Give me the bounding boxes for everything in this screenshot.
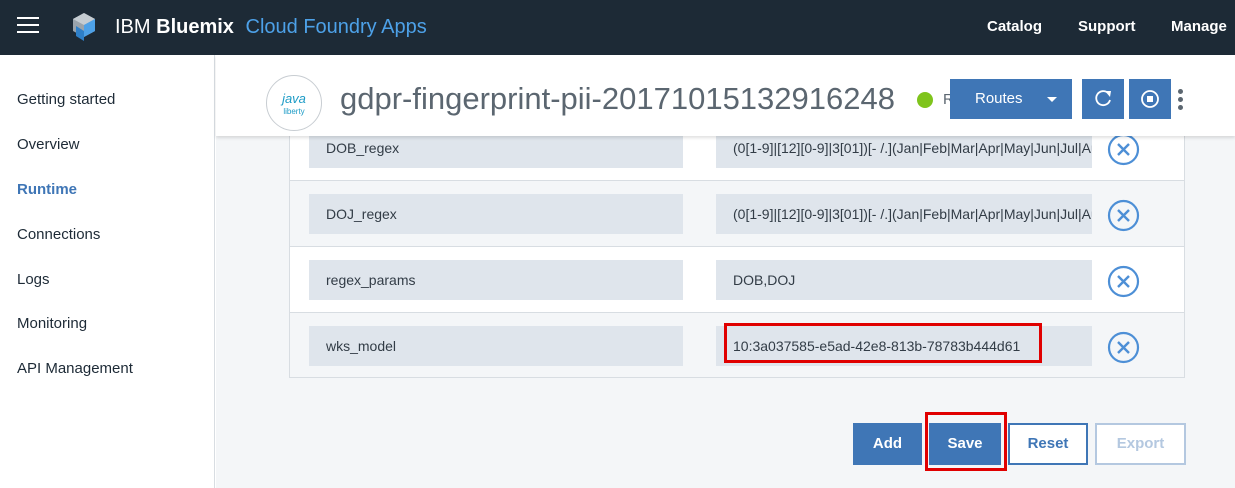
remove-row-icon[interactable] — [1107, 133, 1140, 166]
sidebar-item-overview[interactable]: Overview — [17, 136, 80, 153]
sidebar-item-logs[interactable]: Logs — [17, 271, 50, 288]
brand-app-name: Cloud Foundry Apps — [245, 16, 427, 38]
table-row: wks_model 10:3a037585-e5ad-42e8-813b-787… — [290, 313, 1184, 377]
env-variables-table: DOB_regex (0[1-9]|[12][0-9]|3[01])[- /.]… — [289, 120, 1185, 378]
env-name-field[interactable]: regex_params — [309, 260, 683, 300]
brand-bluemix: Bluemix — [156, 16, 234, 38]
restart-icon — [1095, 90, 1111, 107]
hamburger-menu-icon[interactable] — [17, 17, 39, 35]
reset-button[interactable]: Reset — [1008, 423, 1088, 465]
env-value-field[interactable]: DOB,DOJ — [716, 260, 1092, 300]
more-options-icon[interactable] — [1178, 89, 1186, 115]
bluemix-logo-icon — [73, 13, 95, 41]
stop-icon — [1141, 90, 1159, 108]
routes-label: Routes — [975, 90, 1023, 107]
app-title: gdpr-fingerprint-pii-20171015132916248 — [340, 81, 895, 116]
sidebar-item-connections[interactable]: Connections — [17, 226, 100, 243]
sidebar-item-api-management[interactable]: API Management — [17, 360, 133, 377]
nav-support[interactable]: Support — [1078, 18, 1136, 35]
table-row: DOJ_regex (0[1-9]|[12][0-9]|3[01])[- /.]… — [290, 181, 1184, 247]
nav-manage[interactable]: Manage — [1171, 18, 1227, 35]
app-header: java liberty gdpr-fingerprint-pii-201710… — [216, 55, 1235, 136]
env-name-field[interactable]: wks_model — [309, 326, 683, 366]
env-name-field[interactable]: DOJ_regex — [309, 194, 683, 234]
restart-button[interactable] — [1082, 79, 1124, 119]
remove-row-icon[interactable] — [1107, 331, 1140, 364]
logo-text-java: java — [282, 91, 306, 106]
table-row: regex_params DOB,DOJ — [290, 247, 1184, 313]
remove-row-icon[interactable] — [1107, 199, 1140, 232]
remove-row-icon[interactable] — [1107, 265, 1140, 298]
env-value-field[interactable]: 10:3a037585-e5ad-42e8-813b-78783b444d61 — [716, 326, 1092, 366]
stop-button[interactable] — [1129, 79, 1171, 119]
nav-catalog[interactable]: Catalog — [987, 18, 1042, 35]
sidebar: Getting started Overview Runtime Connect… — [0, 55, 215, 488]
add-button[interactable]: Add — [853, 423, 922, 465]
chevron-down-icon — [1047, 97, 1057, 102]
save-button[interactable]: Save — [929, 423, 1001, 465]
logo-text-liberty: liberty — [283, 107, 305, 116]
export-button[interactable]: Export — [1095, 423, 1186, 465]
java-liberty-logo: java liberty — [266, 75, 322, 131]
env-value-field[interactable]: (0[1-9]|[12][0-9]|3[01])[- /.](Jan|Feb|M… — [716, 194, 1092, 234]
sidebar-item-runtime[interactable]: Runtime — [17, 181, 77, 198]
sidebar-item-monitoring[interactable]: Monitoring — [17, 315, 87, 332]
status-running-icon — [917, 92, 933, 108]
routes-dropdown-button[interactable]: Routes — [950, 79, 1072, 119]
top-bar: IBM Bluemix Cloud Foundry Apps Catalog S… — [0, 0, 1235, 55]
brand-title[interactable]: IBM Bluemix Cloud Foundry Apps — [115, 16, 427, 39]
brand-ibm: IBM — [115, 16, 151, 38]
sidebar-item-getting-started[interactable]: Getting started — [17, 91, 115, 108]
